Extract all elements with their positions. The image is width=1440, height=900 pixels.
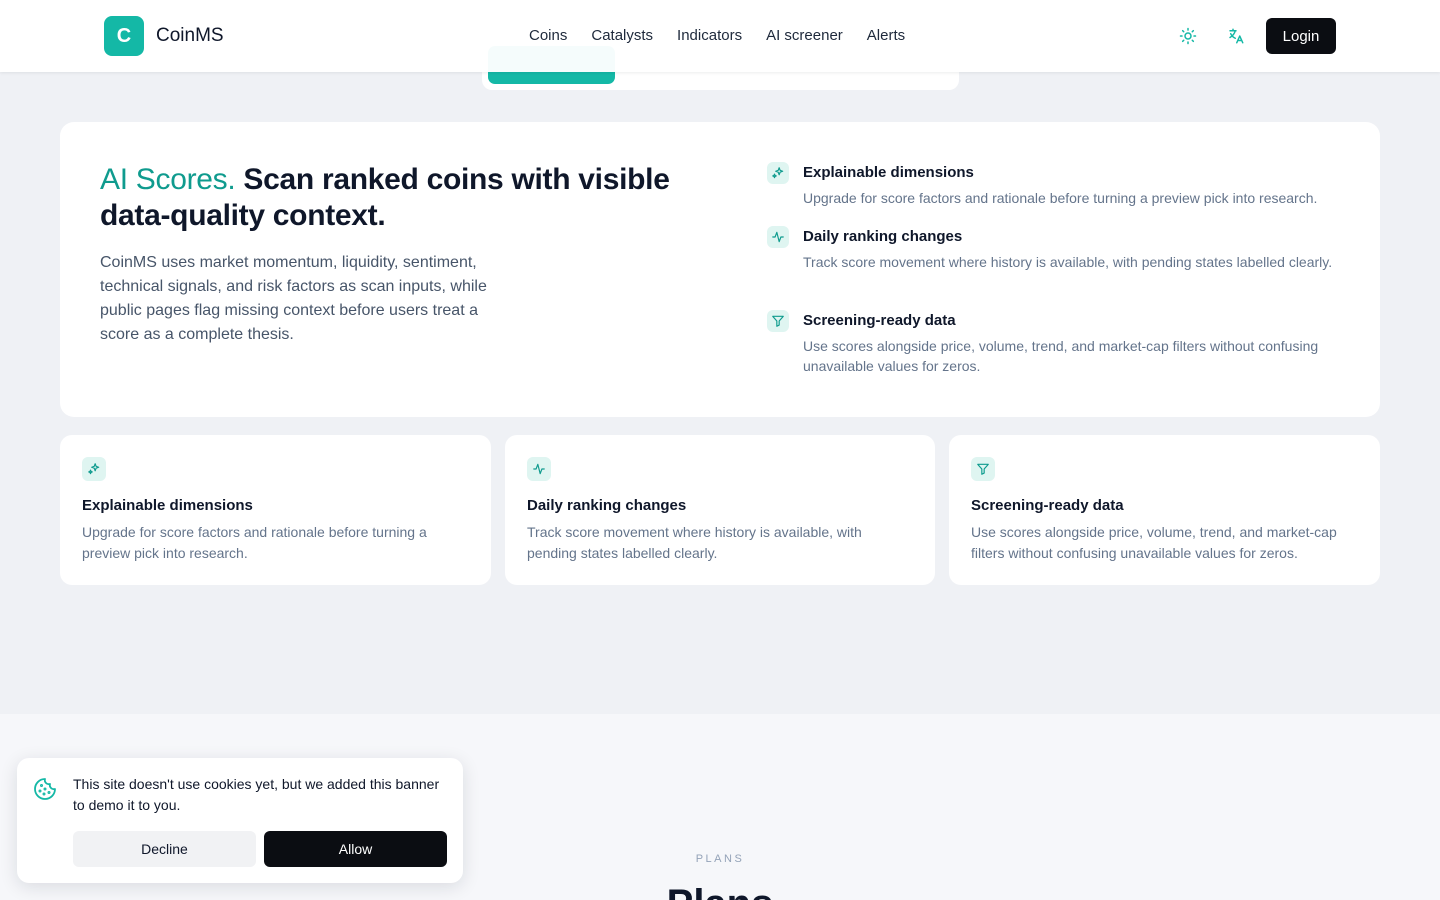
cookie-banner: This site doesn't use cookies yet, but w… — [17, 758, 463, 883]
hero-title: AI Scores. Scan ranked coins with visibl… — [100, 162, 740, 234]
logo-mark[interactable]: C — [104, 16, 144, 56]
feature-desc: Upgrade for score factors and rationale … — [803, 190, 1318, 206]
feature-card: Explainable dimensions Upgrade for score… — [60, 435, 491, 585]
activity-icon — [767, 226, 789, 248]
nav-coins[interactable]: Coins — [529, 27, 567, 44]
card-title: Explainable dimensions — [82, 497, 253, 514]
cookie-message: This site doesn't use cookies yet, but w… — [73, 776, 440, 813]
hero-card: AI Scores. Scan ranked coins with visibl… — [60, 122, 1380, 417]
translate-icon[interactable] — [1224, 24, 1248, 48]
allow-button[interactable]: Allow — [264, 831, 447, 867]
brand-name[interactable]: CoinMS — [156, 25, 224, 47]
main-nav: Coins Catalysts Indicators AI screener A… — [529, 27, 905, 44]
nav-indicators[interactable]: Indicators — [677, 27, 742, 44]
card-title: Daily ranking changes — [527, 497, 687, 514]
plans-title: Plans — [0, 882, 1440, 900]
feature-desc: Use scores alongside price, volume, tren… — [803, 338, 1319, 374]
feature-title: Explainable dimensions — [803, 164, 974, 181]
filter-icon — [767, 310, 789, 332]
cookie-icon — [33, 777, 57, 801]
card-title: Screening-ready data — [971, 497, 1124, 514]
feature-title: Screening-ready data — [803, 312, 956, 329]
hero-description: CoinMS uses market momentum, liquidity, … — [100, 254, 487, 343]
card-desc: Track score movement where history is av… — [527, 524, 862, 561]
sparkles-icon — [82, 457, 106, 481]
feature-desc: Track score movement where history is av… — [803, 254, 1333, 270]
card-desc: Upgrade for score factors and rationale … — [82, 524, 427, 561]
sparkles-icon — [767, 162, 789, 184]
feature-title: Daily ranking changes — [803, 228, 963, 245]
nav-alerts[interactable]: Alerts — [867, 27, 905, 44]
login-button[interactable]: Login — [1266, 18, 1336, 54]
hero-title-accent: AI Scores. — [100, 163, 236, 196]
decline-button[interactable]: Decline — [73, 831, 256, 867]
nav-ai-screener[interactable]: AI screener — [766, 27, 843, 44]
site-header: C CoinMS Coins Catalysts Indicators AI s… — [0, 0, 1440, 72]
sun-icon[interactable] — [1176, 24, 1200, 48]
card-desc: Use scores alongside price, volume, tren… — [971, 524, 1337, 561]
nav-catalysts[interactable]: Catalysts — [591, 27, 653, 44]
filter-icon — [971, 457, 995, 481]
activity-icon — [527, 457, 551, 481]
feature-card: Screening-ready data Use scores alongsid… — [949, 435, 1380, 585]
feature-card: Daily ranking changes Track score moveme… — [505, 435, 935, 585]
